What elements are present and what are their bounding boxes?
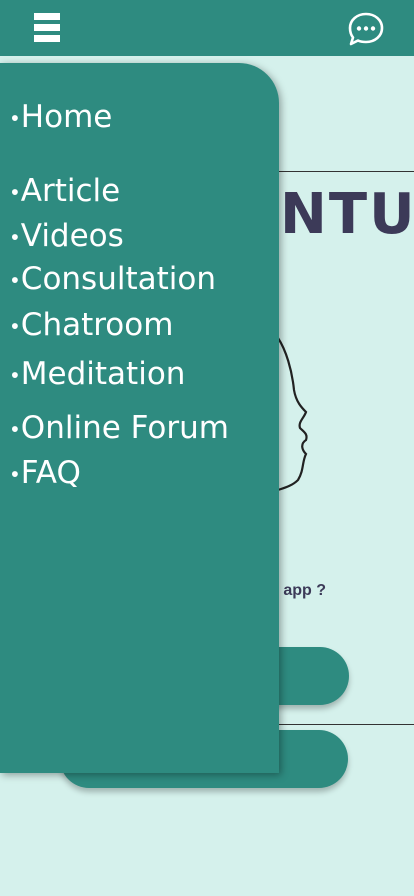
- face-profile-illustration: [276, 336, 308, 492]
- bullet-icon: •: [9, 417, 21, 442]
- top-bar: [0, 0, 414, 56]
- bullet-icon: •: [9, 106, 21, 131]
- bullet-icon: •: [9, 462, 21, 487]
- bullet-icon: •: [9, 268, 21, 293]
- bullet-icon: •: [9, 180, 21, 205]
- divider-bottom: [270, 724, 414, 725]
- nav-item-chatroom[interactable]: •Chatroom: [9, 307, 173, 345]
- navigation-drawer: •Home •Article •Videos •Consultation •Ch…: [0, 63, 279, 773]
- nav-item-online-forum[interactable]: •Online Forum: [9, 410, 229, 448]
- brand-title: NTU: [280, 182, 414, 247]
- divider-top: [270, 171, 414, 172]
- chat-bubble-dots-icon[interactable]: [348, 12, 384, 46]
- nav-item-faq[interactable]: •FAQ: [9, 455, 81, 493]
- nav-item-article[interactable]: •Article: [9, 173, 120, 211]
- nav-item-videos[interactable]: •Videos: [9, 218, 124, 256]
- nav-item-home[interactable]: •Home: [9, 99, 112, 137]
- bullet-icon: •: [9, 225, 21, 250]
- nav-item-meditation[interactable]: •Meditation: [9, 356, 185, 394]
- bullet-icon: •: [9, 363, 21, 388]
- hamburger-menu-icon[interactable]: [34, 13, 60, 42]
- nav-item-consultation[interactable]: •Consultation: [9, 261, 216, 299]
- bullet-icon: •: [9, 314, 21, 339]
